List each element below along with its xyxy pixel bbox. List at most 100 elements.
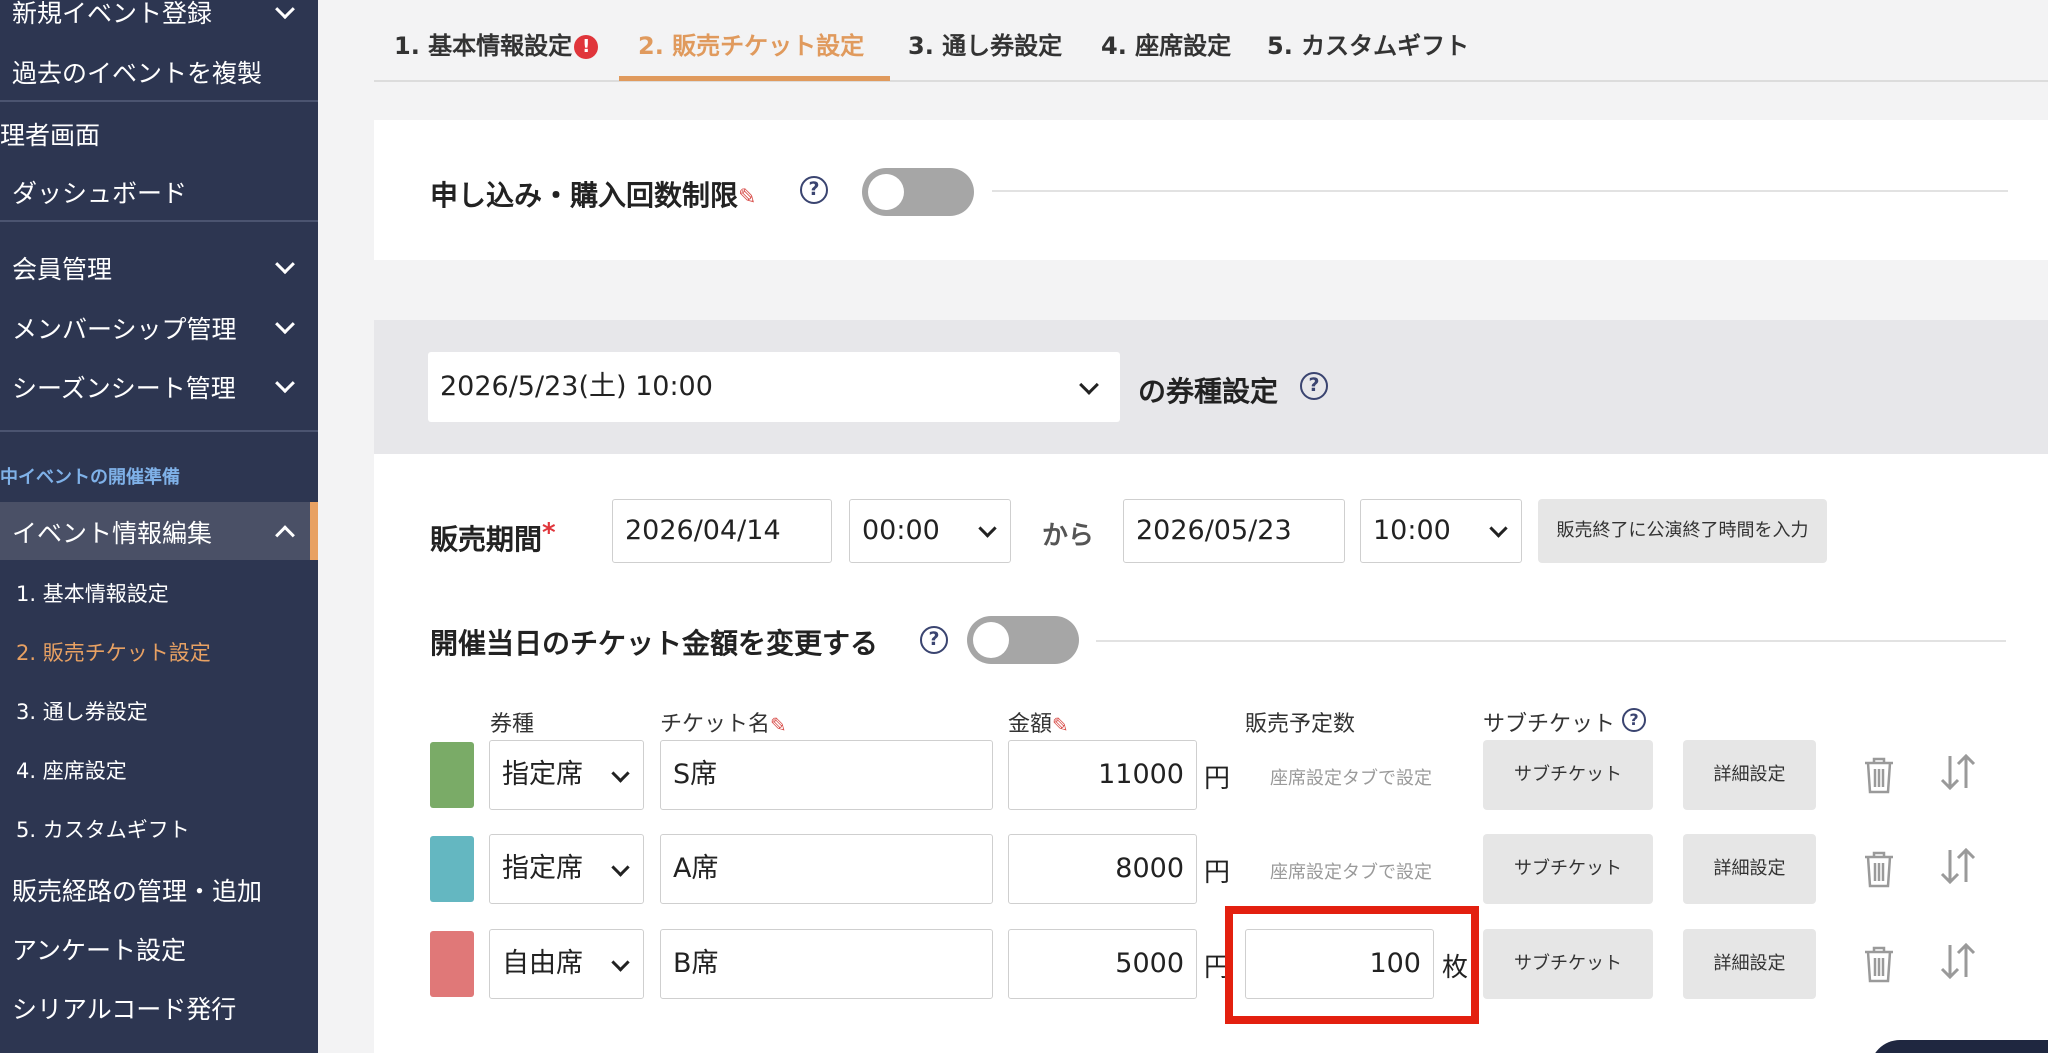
ticket-price-input[interactable]: 11000	[1008, 740, 1197, 810]
tab-sales-ticket[interactable]: 2. 販売チケット設定	[638, 26, 864, 61]
performance-date-select[interactable]: 2026/5/23(土) 10:00	[428, 352, 1120, 422]
sidebar-item-label: 会員管理	[12, 255, 113, 284]
chevron-down-icon	[275, 0, 295, 20]
sub-ticket-button[interactable]: サブチケット	[1483, 929, 1653, 999]
sidebar-subitem-basic-info[interactable]: 1. 基本情報設定	[16, 578, 169, 608]
sales-start-time-select[interactable]: 00:00	[849, 499, 1011, 563]
ticket-kind-select[interactable]: 指定席	[489, 740, 644, 810]
detail-settings-button[interactable]: 詳細設定	[1683, 834, 1816, 904]
sales-end-time-select[interactable]: 10:00	[1360, 499, 1522, 563]
column-header-kind: 券種	[490, 712, 535, 737]
purchase-limit-title-text: 申し込み・購入回数制限	[430, 179, 739, 212]
pencil-icon: ✎	[738, 184, 757, 210]
tab-label: 1. 基本情報設定	[394, 32, 573, 60]
sub-ticket-button[interactable]: サブチケット	[1483, 740, 1653, 810]
ticket-kind-value: 指定席	[502, 853, 583, 884]
column-header-name: チケット名✎	[660, 706, 787, 738]
tab-bar: 1. 基本情報設定! 2. 販売チケット設定 3. 通し券設定 4. 座席設定 …	[374, 0, 2048, 82]
purchase-limit-card: 申し込み・購入回数制限✎ ?	[374, 120, 2048, 260]
sidebar-divider	[0, 220, 318, 222]
sales-start-time-value: 00:00	[862, 515, 940, 546]
trash-icon[interactable]	[1862, 849, 1896, 889]
required-mark: *	[542, 518, 556, 548]
sidebar-item-sales-channel[interactable]: 販売経路の管理・追加	[0, 872, 318, 908]
ticket-kind-value: 自由席	[502, 948, 583, 979]
sidebar-item-label: メンバーシップ管理	[12, 315, 237, 344]
day-price-toggle[interactable]	[967, 616, 1079, 664]
tab-seat[interactable]: 4. 座席設定	[1101, 26, 1231, 61]
purchase-limit-title: 申し込み・購入回数制限✎	[430, 174, 756, 214]
quantity-note: 座席設定タブで設定	[1270, 768, 1432, 789]
tab-basic-info[interactable]: 1. 基本情報設定!	[394, 26, 599, 61]
detail-settings-button[interactable]: 詳細設定	[1683, 929, 1816, 999]
quantity-note: 座席設定タブで設定	[1270, 862, 1432, 883]
sidebar-section-label: 中イベントの開催準備	[0, 467, 180, 488]
sidebar-subitem-seat[interactable]: 4. 座席設定	[16, 755, 127, 785]
chevron-down-icon	[275, 254, 295, 275]
currency-unit: 円	[1204, 858, 1231, 888]
column-header-sub: サブチケット	[1483, 712, 1616, 737]
ticket-kind-select[interactable]: 自由席	[489, 929, 644, 999]
chevron-down-icon	[1489, 519, 1508, 538]
sales-end-date-input[interactable]: 2026/05/23	[1123, 499, 1345, 563]
sidebar-subitem-sales-ticket[interactable]: 2. 販売チケット設定	[16, 637, 211, 667]
ticket-kind-select[interactable]: 指定席	[489, 834, 644, 904]
help-icon[interactable]: ?	[920, 626, 948, 654]
chevron-down-icon	[611, 764, 630, 783]
sidebar-subitem-season-pass[interactable]: 3. 通し券設定	[16, 696, 148, 726]
column-header-name-text: チケット名	[660, 712, 771, 737]
column-header-quantity: 販売予定数	[1245, 712, 1356, 737]
pencil-icon: ✎	[1052, 713, 1069, 737]
sidebar-item-season-seat[interactable]: シーズンシート管理	[0, 369, 318, 403]
sidebar-item-members[interactable]: 会員管理	[0, 250, 318, 284]
sidebar-item-event-edit[interactable]: イベント情報編集	[0, 514, 318, 548]
divider	[992, 190, 2008, 192]
sidebar-item-membership[interactable]: メンバーシップ管理	[0, 310, 318, 344]
sidebar-subitem-custom-gift[interactable]: 5. カスタムギフト	[16, 814, 190, 844]
ticket-color-chip[interactable]	[430, 836, 474, 902]
ticket-color-chip[interactable]	[430, 742, 474, 808]
sidebar-item-label: シーズンシート管理	[12, 374, 236, 403]
range-from-label: から	[1042, 521, 1095, 551]
purchase-limit-toggle[interactable]	[862, 168, 974, 216]
toggle-knob	[973, 622, 1009, 658]
sidebar-item-label: イベント情報編集	[12, 519, 213, 548]
ticket-price-input[interactable]: 5000	[1008, 929, 1197, 999]
help-icon[interactable]: ?	[1300, 372, 1328, 400]
sidebar-admin-header: 理者画面	[0, 116, 318, 152]
ticket-name-input[interactable]: S席	[660, 740, 993, 810]
sidebar-item-new-event[interactable]: 新規イベント登録	[0, 0, 318, 30]
column-header-price-text: 金額	[1008, 712, 1053, 737]
sort-icon[interactable]	[1938, 846, 1978, 886]
tab-season-pass[interactable]: 3. 通し券設定	[908, 26, 1062, 61]
trash-icon[interactable]	[1862, 944, 1896, 984]
toggle-knob	[868, 174, 904, 210]
help-icon[interactable]: ?	[1622, 708, 1646, 732]
sidebar-item-label: シリアルコード発行	[12, 995, 237, 1024]
floating-button-edge[interactable]	[1870, 1040, 2048, 1053]
chevron-down-icon	[611, 858, 630, 877]
sales-start-date-input[interactable]: 2026/04/14	[612, 499, 832, 563]
sort-icon[interactable]	[1938, 941, 1978, 981]
sidebar-item-survey[interactable]: アンケート設定	[0, 931, 318, 967]
sidebar-item-serial-code[interactable]: シリアルコード発行	[0, 990, 318, 1026]
ticket-name-input[interactable]: A席	[660, 834, 993, 904]
ticket-name-input[interactable]: B席	[660, 929, 993, 999]
ticket-color-chip[interactable]	[430, 931, 474, 997]
tab-active-underline	[619, 76, 890, 81]
sidebar-item-label: 新規イベント登録	[12, 0, 213, 28]
sidebar-item-dashboard[interactable]: ダッシュボード	[0, 174, 318, 210]
ticket-price-input[interactable]: 8000	[1008, 834, 1197, 904]
detail-settings-button[interactable]: 詳細設定	[1683, 740, 1816, 810]
pencil-icon: ✎	[770, 713, 787, 737]
help-icon[interactable]: ?	[800, 176, 828, 204]
sort-icon[interactable]	[1938, 752, 1978, 792]
trash-icon[interactable]	[1862, 755, 1896, 795]
chevron-down-icon	[275, 314, 295, 335]
sidebar-item-label: アンケート設定	[12, 936, 187, 965]
set-end-time-button[interactable]: 販売終了に公演終了時間を入力	[1538, 499, 1827, 563]
sidebar-item-duplicate-event[interactable]: 過去のイベントを複製	[0, 54, 318, 90]
sales-period-label: 販売期間*	[430, 518, 556, 558]
sub-ticket-button[interactable]: サブチケット	[1483, 834, 1653, 904]
tab-custom-gift[interactable]: 5. カスタムギフト	[1267, 26, 1469, 61]
